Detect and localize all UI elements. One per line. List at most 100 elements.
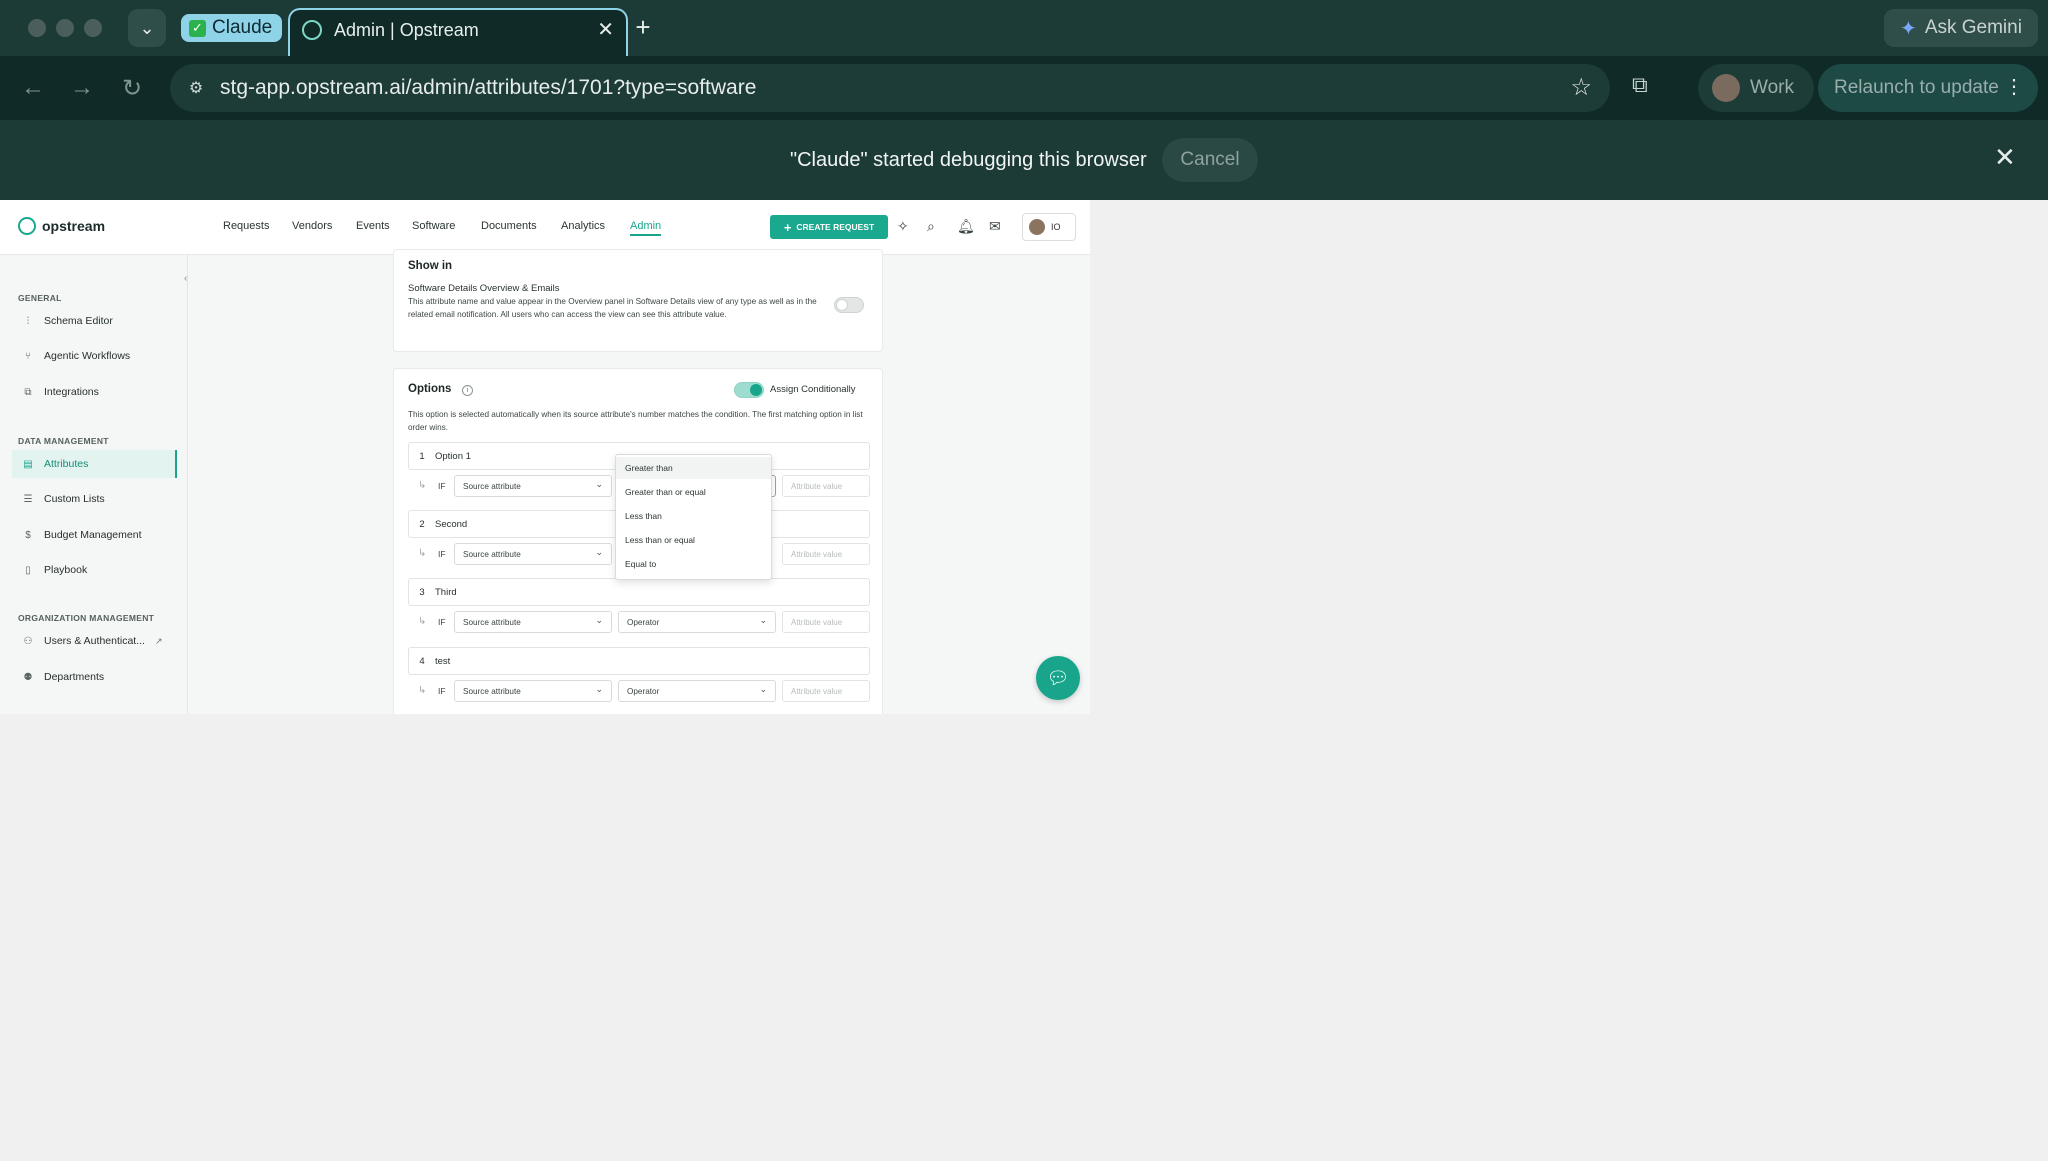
nav-software[interactable]: Software — [412, 220, 455, 232]
sidebar-item-label: Users & Authenticat... — [44, 635, 145, 647]
source-attribute-select[interactable]: Source attribute ⌄ — [454, 680, 612, 702]
sidebar-item-attributes[interactable]: ▤ Attributes — [12, 450, 177, 478]
if-label: IF — [438, 686, 446, 696]
site-settings-icon[interactable]: ⚙ — [182, 74, 210, 102]
sidebar-item-budget-management[interactable]: $ Budget Management — [12, 521, 177, 549]
tab-group-claude[interactable]: ✓ Claude — [181, 14, 283, 42]
assign-conditionally-toggle[interactable] — [734, 382, 764, 398]
operator-option-greater-than-or-equal[interactable]: Greater than or equal — [616, 481, 771, 503]
messages-icon[interactable]: ✉ — [989, 218, 1001, 235]
opstream-logo[interactable]: opstream — [18, 217, 105, 235]
sidebar-item-label: Integrations — [44, 386, 99, 398]
sidebar-item-playbook[interactable]: ▯ Playbook — [12, 556, 177, 584]
attribute-value-input[interactable]: Attribute value — [782, 475, 870, 497]
sidebar-item-custom-lists[interactable]: ☰ Custom Lists — [12, 485, 177, 513]
nav-admin[interactable]: Admin — [630, 220, 662, 236]
nav-documents[interactable]: Documents — [481, 220, 537, 232]
show-in-toggle[interactable] — [834, 297, 864, 313]
section-data-management: DATA MANAGEMENT — [18, 436, 109, 446]
chevron-down-icon: ⌄ — [759, 684, 767, 694]
attribute-value-input[interactable]: Attribute value — [782, 611, 870, 633]
option-row-4[interactable]: 4 test — [408, 647, 870, 675]
section-general: GENERAL — [18, 293, 62, 303]
operator-option-less-than-or-equal[interactable]: Less than or equal — [616, 529, 771, 551]
operator-select[interactable]: Operator ⌄ — [618, 680, 776, 702]
option-number: 3 — [419, 586, 425, 598]
source-attribute-select[interactable]: Source attribute ⌄ — [454, 543, 612, 565]
attribute-value-input[interactable]: Attribute value — [782, 543, 870, 565]
sidebar-item-schema-editor[interactable]: ⫶ Schema Editor — [12, 307, 177, 335]
extensions-icon[interactable]: ⧉ — [1632, 72, 1648, 98]
if-label: IF — [438, 617, 446, 627]
create-request-button[interactable]: + CREATE REQUEST — [770, 215, 888, 239]
back-arrow-icon[interactable]: ← — [18, 74, 48, 102]
active-tab[interactable]: Admin | Opstream ✕ — [288, 8, 628, 56]
users-icon: ⚇ — [23, 635, 33, 647]
source-attribute-select[interactable]: Source attribute ⌄ — [454, 475, 612, 497]
nav-vendors[interactable]: Vendors — [292, 220, 332, 232]
ask-gemini-button[interactable]: ✦ Ask Gemini — [1884, 9, 2038, 47]
operator-select[interactable]: Operator ⌄ — [618, 611, 776, 633]
kebab-menu-icon[interactable]: ⋮ — [2004, 74, 2024, 99]
info-icon[interactable]: i — [462, 385, 473, 396]
browser-tab-strip: ⌄ ✓ Claude Admin | Opstream ✕ + ✦ Ask Ge… — [0, 0, 2048, 56]
toggle-knob — [836, 299, 848, 311]
people-icon: ⚉ — [23, 671, 33, 683]
user-menu[interactable]: IO — [1022, 213, 1076, 241]
tab-close-icon[interactable]: ✕ — [597, 17, 614, 42]
select-value: Source attribute — [463, 686, 521, 696]
nav-events[interactable]: Events — [356, 220, 390, 232]
profile-button[interactable]: Work — [1698, 64, 1814, 112]
plus-icon: + — [783, 219, 792, 235]
search-icon[interactable]: ⌕ — [927, 218, 935, 235]
profile-label: Work — [1750, 77, 1794, 98]
select-value: Source attribute — [463, 549, 521, 559]
relaunch-button[interactable]: Relaunch to update ⋮ — [1818, 64, 2038, 112]
create-request-label: CREATE REQUEST — [796, 222, 875, 232]
bookmark-star-icon[interactable]: ☆ — [1570, 73, 1592, 102]
bell-icon[interactable]: 🔔︎ — [957, 218, 975, 235]
option-name: test — [435, 655, 451, 667]
operator-option-equal-to[interactable]: Equal to — [616, 553, 771, 575]
external-link-icon: ↗ — [154, 635, 163, 646]
relaunch-label: Relaunch to update — [1834, 77, 1999, 98]
ai-sparkle-icon[interactable]: ✧ — [897, 218, 909, 235]
new-tab-button[interactable]: + — [628, 12, 658, 43]
window-minimize-button[interactable] — [56, 19, 74, 37]
sidebar-item-agentic-workflows[interactable]: ⑂ Agentic Workflows — [12, 342, 177, 370]
nav-requests[interactable]: Requests — [223, 220, 269, 232]
address-bar[interactable]: ⚙ stg-app.opstream.ai/admin/attributes/1… — [170, 64, 1610, 112]
option-number: 1 — [419, 450, 425, 462]
url-text[interactable]: stg-app.opstream.ai/admin/attributes/170… — [220, 76, 756, 100]
sidebar-item-users-authentication[interactable]: ⚇ Users & Authenticat... ↗ — [12, 627, 177, 655]
attribute-value-input[interactable]: Attribute value — [782, 680, 870, 702]
operator-option-less-than[interactable]: Less than — [616, 505, 771, 527]
database-icon: ▤ — [23, 458, 33, 470]
window-close-button[interactable] — [28, 19, 46, 37]
sidebar-item-integrations[interactable]: ⧉ Integrations — [12, 378, 177, 406]
sidebar-item-departments[interactable]: ⚉ Departments — [12, 663, 177, 691]
avatar — [1029, 219, 1045, 235]
collapse-sidebar-icon[interactable]: ‹ — [184, 273, 187, 284]
reload-icon[interactable]: ↻ — [117, 74, 147, 103]
infobar-close-icon[interactable]: ✕ — [1994, 142, 2016, 173]
sidebar-item-label: Custom Lists — [44, 493, 105, 505]
operator-option-greater-than[interactable]: Greater than — [616, 457, 771, 479]
profile-avatar — [1712, 74, 1740, 102]
forward-arrow-icon[interactable]: → — [67, 74, 97, 102]
chat-button[interactable]: 💬︎ — [1036, 656, 1080, 700]
source-attribute-select[interactable]: Source attribute ⌄ — [454, 611, 612, 633]
option-name: Second — [435, 518, 468, 530]
tab-search-button[interactable]: ⌄ — [128, 9, 166, 47]
option-row-3[interactable]: 3 Third — [408, 578, 870, 606]
window-zoom-button[interactable] — [84, 19, 102, 37]
show-in-card: Show in Software Details Overview & Emai… — [393, 249, 883, 352]
main-content: Show in Software Details Overview & Emai… — [188, 249, 1090, 714]
chevron-down-icon: ⌄ — [139, 17, 155, 38]
nav-analytics[interactable]: Analytics — [561, 220, 605, 232]
toggle-knob — [750, 384, 762, 396]
chevron-down-icon: ⌄ — [595, 615, 603, 625]
infobar-message: "Claude" started debugging this browser — [790, 149, 1147, 171]
show-in-item-title: Software Details Overview & Emails — [408, 283, 560, 294]
infobar-cancel-button[interactable]: Cancel — [1162, 138, 1258, 182]
